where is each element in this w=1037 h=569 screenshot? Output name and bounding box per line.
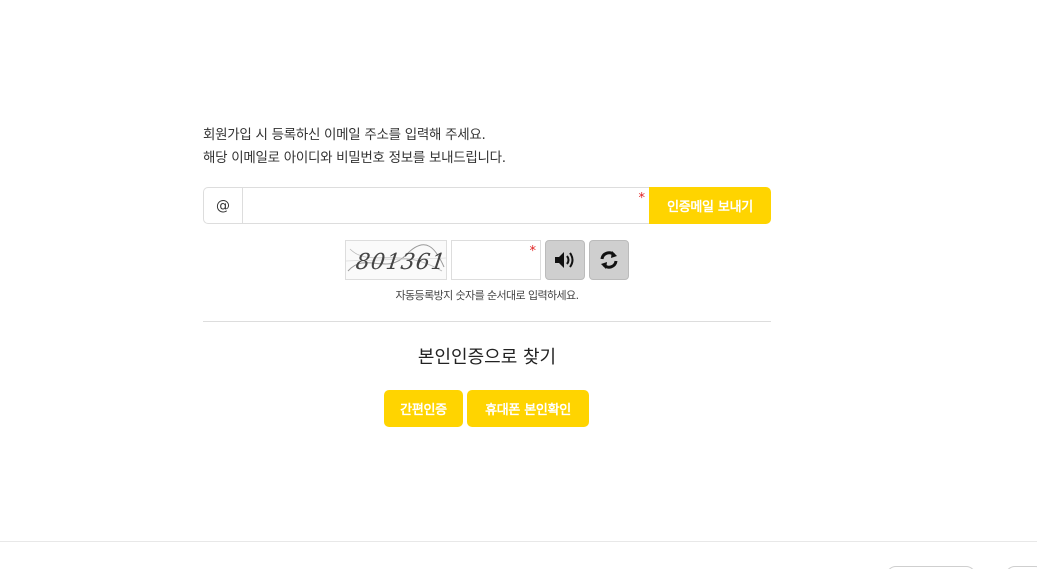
identity-section-title: 본인인증으로 찾기 [417, 347, 557, 368]
speaker-icon [555, 252, 574, 268]
captcha-image: 801361 [345, 240, 447, 280]
captcha-input[interactable] [452, 241, 540, 279]
captcha-row: 801361 * [345, 240, 629, 280]
required-mark: * [638, 191, 646, 206]
email-field-box: @ * [203, 187, 649, 224]
at-sign-label: @ [204, 188, 243, 223]
section-divider [203, 321, 771, 322]
identity-auth-buttons: 간편인증 휴대폰 본인확인 [384, 390, 589, 427]
email-field[interactable] [243, 188, 649, 223]
phone-auth-button[interactable]: 휴대폰 본인확인 [467, 390, 589, 427]
email-row: @ * 인증메일 보내기 [203, 187, 771, 224]
required-mark: * [529, 244, 537, 259]
intro-line-2: 해당 이메일로 아이디와 비밀번호 정보를 보내드립니다. [203, 150, 506, 166]
intro-text: 회원가입 시 등록하신 이메일 주소를 입력해 주세요. 해당 이메일로 아이디… [203, 124, 506, 170]
find-account-page: 회원가입 시 등록하신 이메일 주소를 입력해 주세요. 해당 이메일로 아이디… [0, 0, 1037, 569]
refresh-icon [600, 251, 618, 269]
captcha-digits: 801361 [354, 249, 446, 275]
captcha-help-text: 자동등록방지 숫자를 순서대로 입력하세요. [395, 289, 580, 302]
intro-line-1: 회원가입 시 등록하신 이메일 주소를 입력해 주세요. [203, 127, 486, 143]
send-verification-email-button[interactable]: 인증메일 보내기 [649, 187, 771, 224]
captcha-refresh-button[interactable] [589, 240, 629, 280]
captcha-audio-button[interactable] [545, 240, 585, 280]
captcha-input-box: * [451, 240, 541, 280]
footer-divider [0, 541, 1037, 542]
captcha-graphic: 801361 [346, 244, 446, 275]
simple-auth-button[interactable]: 간편인증 [384, 390, 463, 427]
